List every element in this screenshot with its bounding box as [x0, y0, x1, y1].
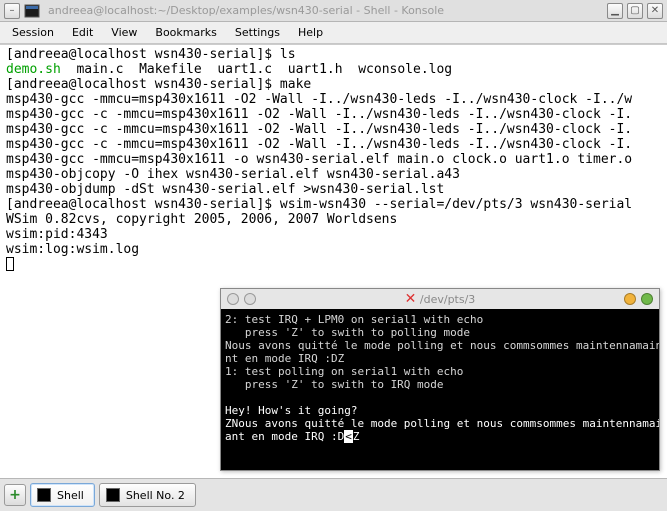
pts-line: ZNous avons quitté le mode polling et no…	[225, 417, 655, 430]
menu-settings[interactable]: Settings	[227, 24, 288, 41]
term-line: [andreea@localhost wsn430-serial]$ ls	[6, 47, 661, 62]
pts-text: ant en mode IRQ :D	[225, 430, 344, 443]
pts-close-x-icon[interactable]: ✕	[405, 291, 417, 307]
term-line: msp430-objcopy -O ihex wsn430-serial.elf…	[6, 167, 661, 182]
pts-line: press 'Z' to swith to IRQ mode	[225, 378, 655, 391]
term-line: msp430-gcc -c -mmcu=msp430x1611 -O2 -Wal…	[6, 137, 661, 152]
pts-line: 1: test polling on serial1 with echo	[225, 365, 655, 378]
term-cursor-line	[6, 257, 661, 275]
pts-text: Z	[353, 430, 360, 443]
term-line: demo.sh main.c Makefile uart1.c uart1.h …	[6, 62, 661, 77]
close-icon: ✕	[651, 5, 659, 16]
menu-bookmarks[interactable]: Bookmarks	[147, 24, 224, 41]
menu-edit[interactable]: Edit	[64, 24, 101, 41]
menu-view[interactable]: View	[103, 24, 145, 41]
pts-terminal[interactable]: 2: test IRQ + LPM0 on serial1 with echo …	[221, 309, 659, 470]
maximize-icon: ▢	[630, 5, 639, 16]
menu-help[interactable]: Help	[290, 24, 331, 41]
terminal-icon	[37, 488, 51, 502]
taskbar: + Shell Shell No. 2	[0, 478, 667, 511]
dash-icon: –	[10, 5, 15, 16]
term-line: [andreea@localhost wsn430-serial]$ make	[6, 77, 661, 92]
window-titlebar: – andreea@localhost:~/Desktop/examples/w…	[0, 0, 667, 22]
tab-label: Shell	[57, 489, 84, 502]
pts-line: Nous avons quitté le mode polling et nou…	[225, 339, 655, 352]
term-line: [andreea@localhost wsn430-serial]$ wsim-…	[6, 197, 661, 212]
term-line: msp430-gcc -c -mmcu=msp430x1611 -O2 -Wal…	[6, 122, 661, 137]
terminal-icon	[106, 488, 120, 502]
cursor-icon	[6, 257, 14, 271]
pts-line: press 'Z' to swith to polling mode	[225, 326, 655, 339]
pts-title-left: ✕ /dev/pts/3	[261, 291, 619, 307]
pts-line-blank	[225, 391, 655, 404]
pts-cursor: <	[344, 430, 353, 443]
pts-line: nt en mode IRQ :DZ	[225, 352, 655, 365]
plus-icon: +	[9, 487, 21, 503]
tab-label: Shell No. 2	[126, 489, 185, 502]
menubar: Session Edit View Bookmarks Settings Hel…	[0, 22, 667, 44]
term-line: wsim:pid:4343	[6, 227, 661, 242]
term-line: msp430-gcc -mmcu=msp430x1611 -O2 -Wall -…	[6, 92, 661, 107]
term-line: WSim 0.82cvs, copyright 2005, 2006, 2007…	[6, 212, 661, 227]
minimize-icon: ▁	[611, 5, 619, 16]
maximize-button[interactable]: ▢	[627, 3, 643, 19]
pts-window: ✕ /dev/pts/3 2: test IRQ + LPM0 on seria…	[220, 288, 660, 471]
pts-minimize-dot[interactable]	[624, 293, 636, 305]
window-menu-button[interactable]: –	[4, 3, 20, 19]
tab-shell[interactable]: Shell	[30, 483, 95, 507]
pts-titlebar[interactable]: ✕ /dev/pts/3	[221, 289, 659, 309]
pts-line: 2: test IRQ + LPM0 on serial1 with echo	[225, 313, 655, 326]
pts-line: Hey! How's it going?	[225, 404, 655, 417]
minimize-button[interactable]: ▁	[607, 3, 623, 19]
menu-session[interactable]: Session	[4, 24, 62, 41]
pts-dot-2[interactable]	[244, 293, 256, 305]
term-line: msp430-gcc -c -mmcu=msp430x1611 -O2 -Wal…	[6, 107, 661, 122]
close-button[interactable]: ✕	[647, 3, 663, 19]
pts-title-text: /dev/pts/3	[420, 293, 475, 306]
file-executable: demo.sh	[6, 62, 61, 77]
window-title: andreea@localhost:~/Desktop/examples/wsn…	[44, 4, 603, 17]
pts-line: ant en mode IRQ :D<Z	[225, 430, 655, 443]
term-line: wsim:log:wsim.log	[6, 242, 661, 257]
new-tab-button[interactable]: +	[4, 484, 26, 506]
pts-dot-1[interactable]	[227, 293, 239, 305]
tab-shell-2[interactable]: Shell No. 2	[99, 483, 196, 507]
term-line: msp430-gcc -mmcu=msp430x1611 -o wsn430-s…	[6, 152, 661, 167]
pts-zoom-dot[interactable]	[641, 293, 653, 305]
term-line: msp430-objdump -dSt wsn430-serial.elf >w…	[6, 182, 661, 197]
file-list: main.c Makefile uart1.c uart1.h wconsole…	[61, 62, 452, 77]
konsole-icon	[24, 3, 40, 19]
